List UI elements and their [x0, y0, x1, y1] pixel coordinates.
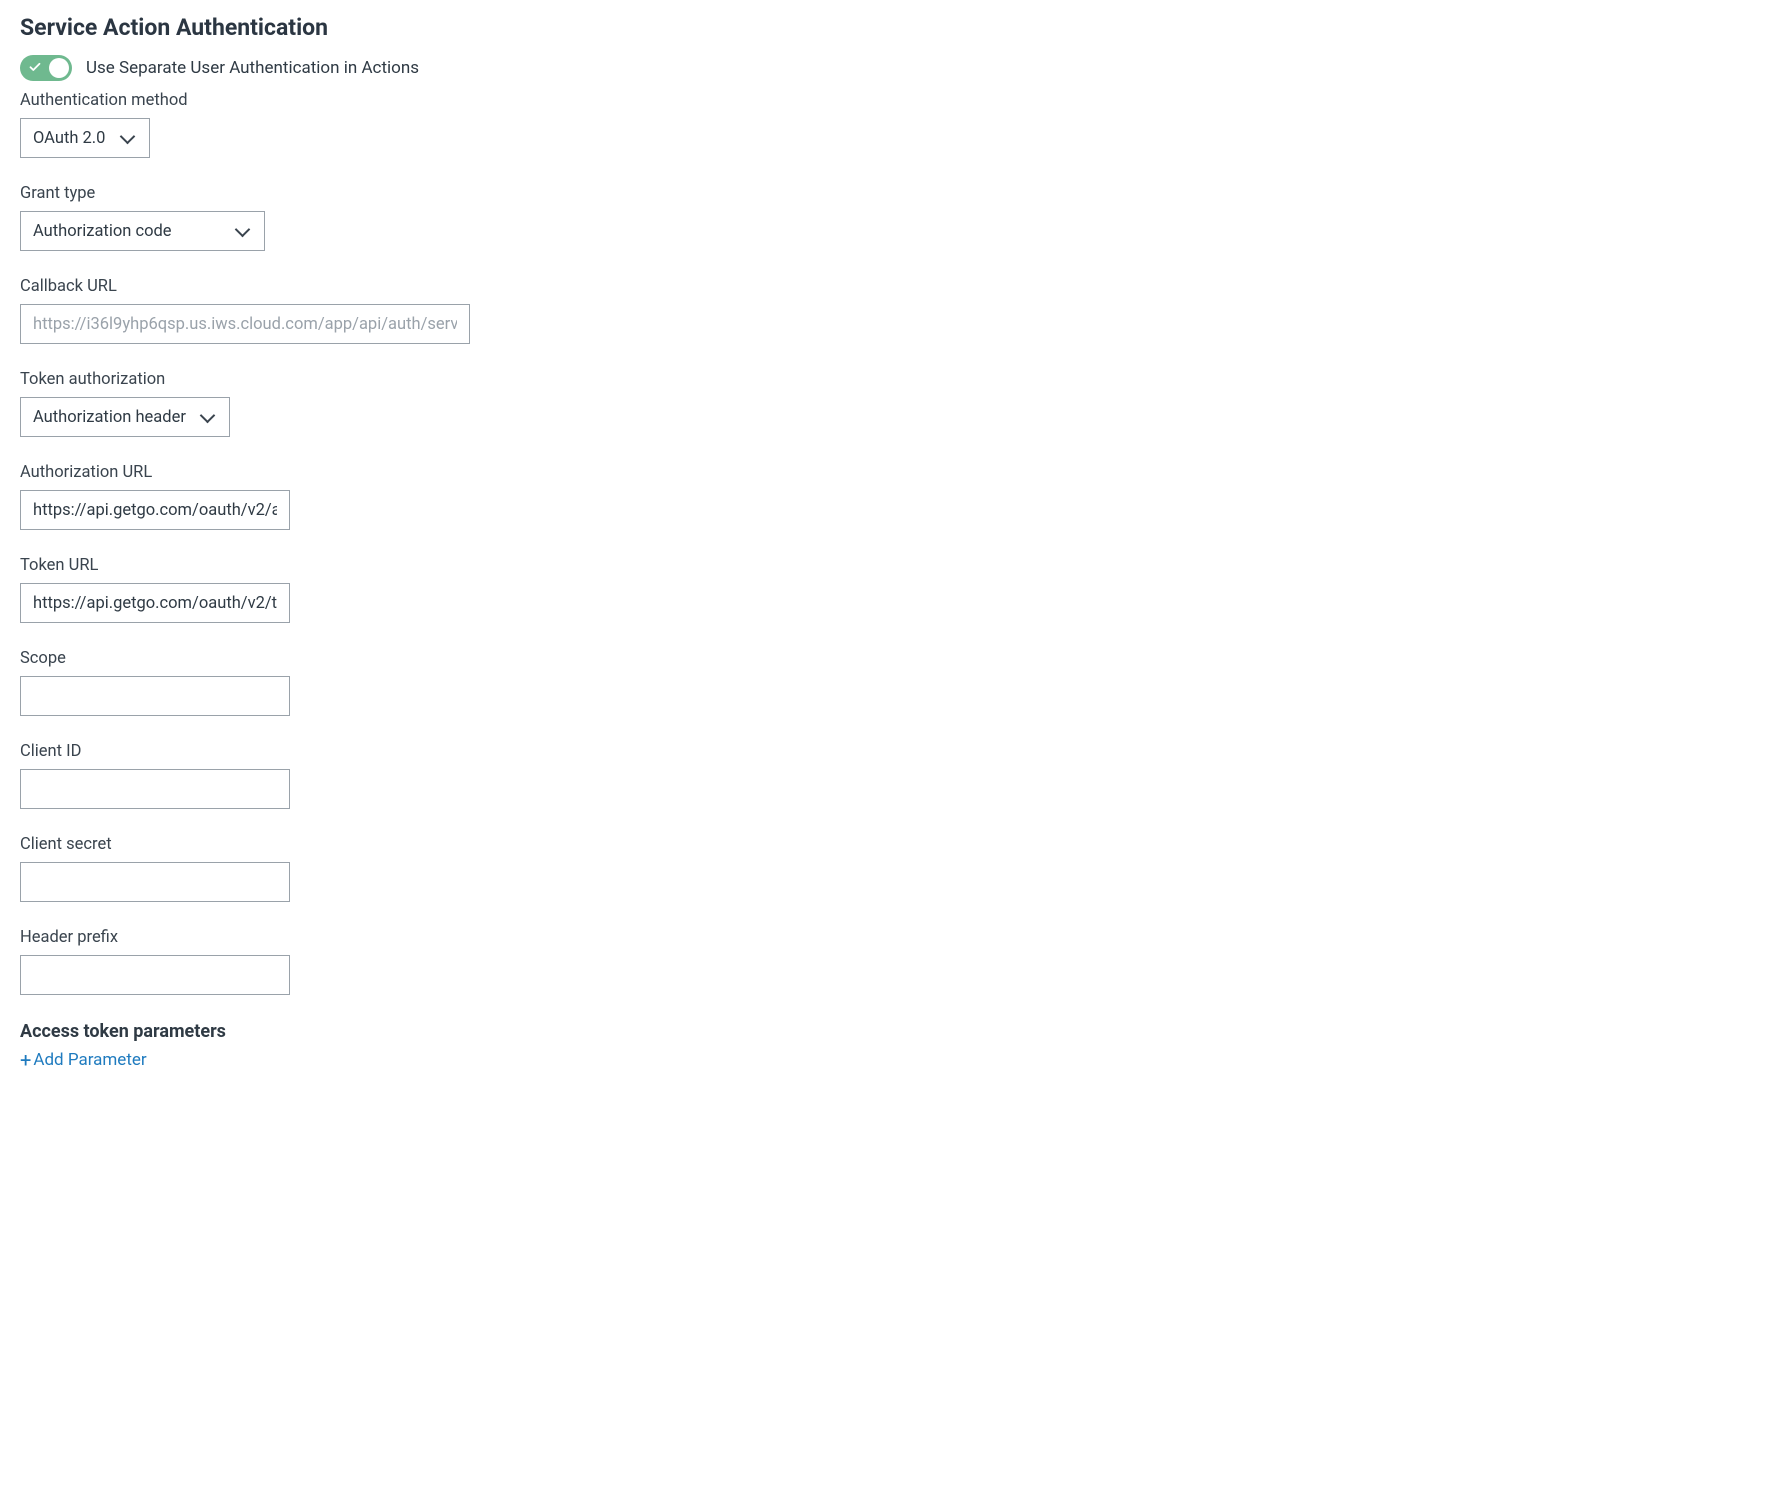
page-title: Service Action Authentication [20, 14, 1760, 41]
client-id-field[interactable] [20, 769, 290, 809]
token-auth-value: Authorization header [33, 408, 186, 427]
client-secret-label: Client secret [20, 835, 1760, 854]
separate-user-auth-label: Use Separate User Authentication in Acti… [86, 58, 419, 78]
token-url-field[interactable] [20, 583, 290, 623]
auth-method-label: Authentication method [20, 91, 1760, 110]
token-url-label: Token URL [20, 556, 1760, 575]
token-auth-label: Token authorization [20, 370, 1760, 389]
scope-input[interactable] [33, 677, 277, 715]
authorization-url-input[interactable] [33, 491, 277, 529]
client-id-label: Client ID [20, 742, 1760, 761]
access-token-params-heading: Access token parameters [20, 1021, 1760, 1042]
header-prefix-label: Header prefix [20, 928, 1760, 947]
plus-icon: + [20, 1050, 31, 1070]
callback-url-label: Callback URL [20, 277, 1760, 296]
add-parameter-link[interactable]: + Add Parameter [20, 1050, 147, 1070]
separate-user-auth-toggle[interactable] [20, 55, 72, 81]
grant-type-label: Grant type [20, 184, 1760, 203]
client-id-input[interactable] [33, 770, 277, 808]
callback-url-input[interactable] [33, 305, 457, 343]
auth-method-select[interactable]: OAuth 2.0 [20, 118, 150, 158]
authorization-url-label: Authorization URL [20, 463, 1760, 482]
auth-method-value: OAuth 2.0 [33, 129, 105, 148]
add-parameter-label: Add Parameter [33, 1050, 146, 1070]
client-secret-field[interactable] [20, 862, 290, 902]
client-secret-input[interactable] [33, 863, 277, 901]
grant-type-select[interactable]: Authorization code [20, 211, 265, 251]
token-url-input[interactable] [33, 584, 277, 622]
chevron-down-icon [119, 129, 137, 147]
header-prefix-field[interactable] [20, 955, 290, 995]
toggle-knob [49, 58, 69, 78]
scope-field[interactable] [20, 676, 290, 716]
authorization-url-field[interactable] [20, 490, 290, 530]
chevron-down-icon [199, 408, 217, 426]
grant-type-value: Authorization code [33, 222, 172, 241]
callback-url-field[interactable] [20, 304, 470, 344]
token-auth-select[interactable]: Authorization header [20, 397, 230, 437]
header-prefix-input[interactable] [33, 956, 277, 994]
scope-label: Scope [20, 649, 1760, 668]
check-icon [29, 61, 41, 75]
chevron-down-icon [234, 222, 252, 240]
